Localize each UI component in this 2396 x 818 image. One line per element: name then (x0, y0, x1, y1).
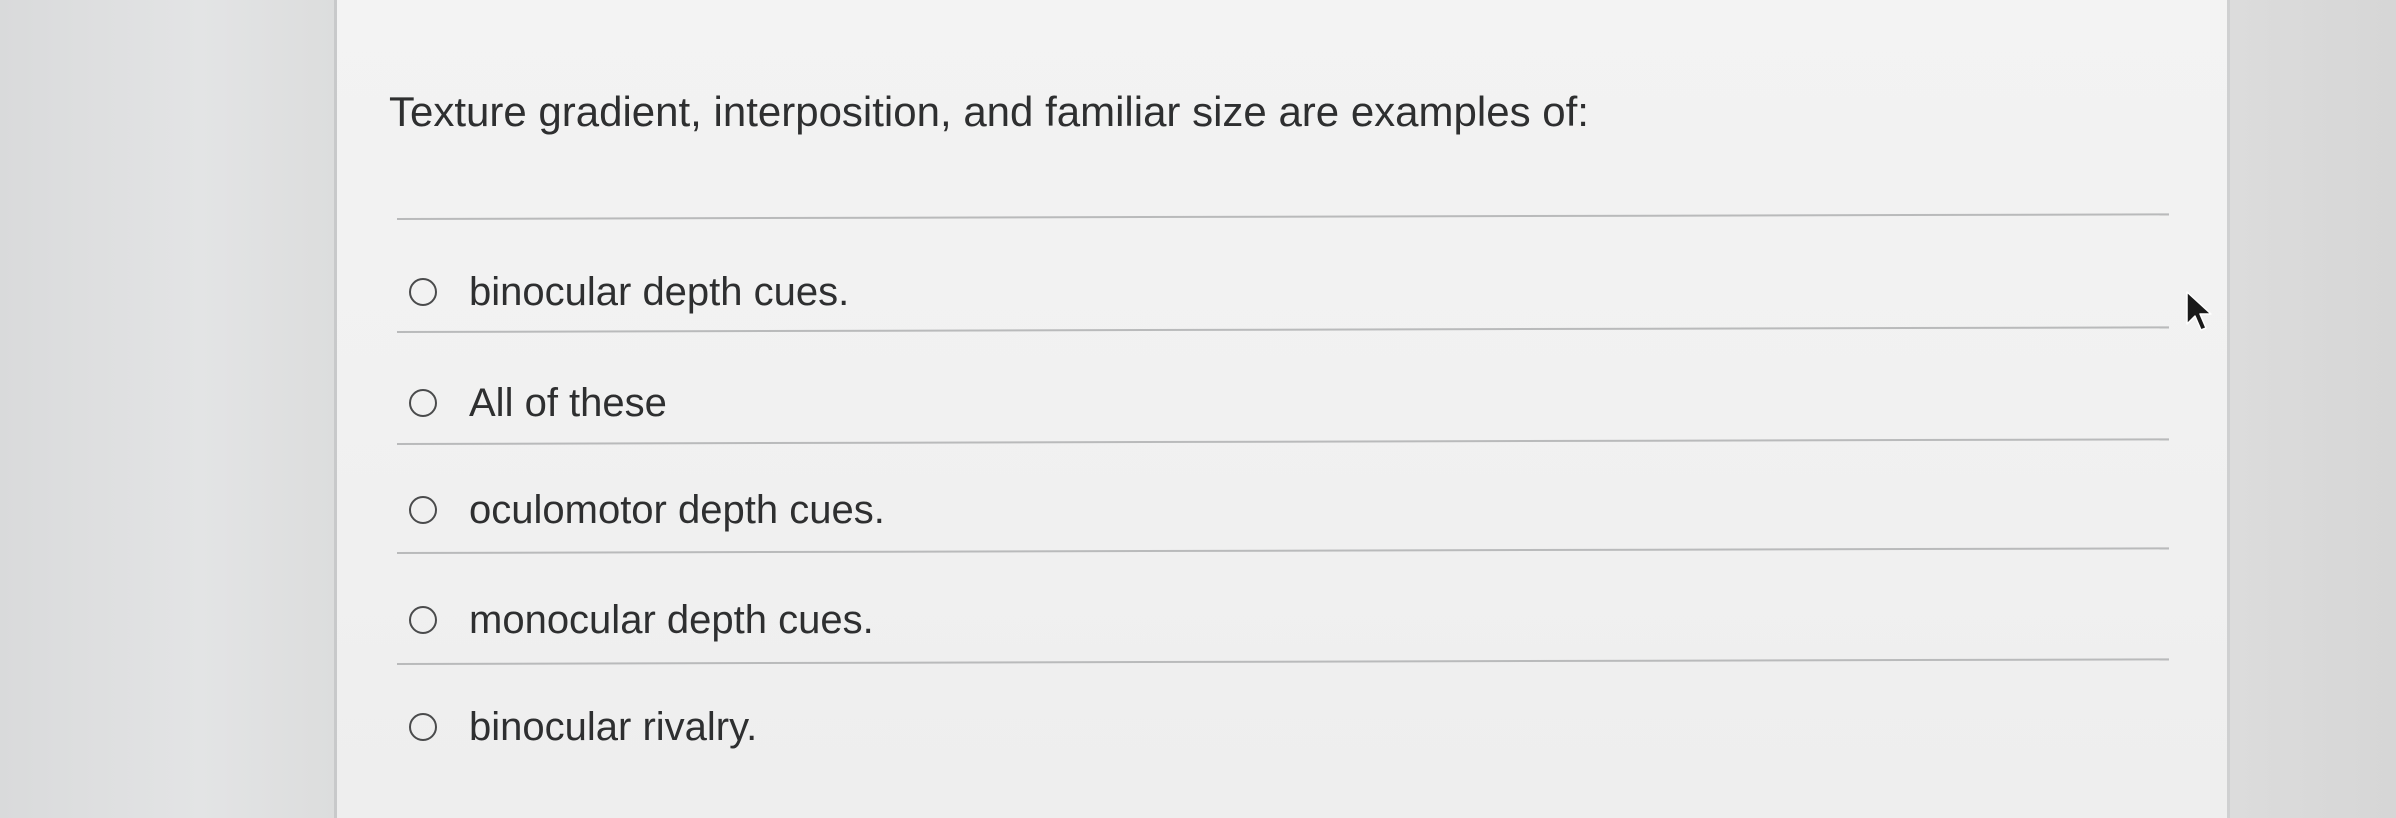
right-gutter (2230, 0, 2396, 818)
option-label: All of these (469, 380, 667, 425)
option-divider (396, 326, 2169, 333)
option-binocular-rivalry[interactable]: binocular rivalry. (409, 697, 2109, 757)
question-divider (396, 213, 2169, 220)
option-label: oculomotor depth cues. (469, 487, 885, 532)
option-label: binocular depth cues. (469, 269, 850, 314)
radio-button-icon[interactable] (409, 496, 437, 524)
option-monocular-depth-cues[interactable]: monocular depth cues. (409, 590, 2109, 650)
option-divider (396, 547, 2169, 554)
option-all-of-these[interactable]: All of these (409, 373, 2109, 433)
question-card: Texture gradient, interposition, and fam… (334, 0, 2230, 818)
question-prompt: Texture gradient, interposition, and fam… (389, 88, 1589, 135)
left-gutter (0, 0, 334, 818)
radio-button-icon[interactable] (409, 713, 437, 741)
option-divider (396, 658, 2169, 665)
option-oculomotor-depth-cues[interactable]: oculomotor depth cues. (409, 480, 2109, 540)
mouse-pointer-icon (2186, 291, 2212, 331)
radio-button-icon[interactable] (409, 606, 437, 634)
radio-button-icon[interactable] (409, 278, 437, 306)
option-label: binocular rivalry. (469, 704, 758, 749)
radio-button-icon[interactable] (409, 389, 437, 417)
option-divider (396, 438, 2169, 445)
option-binocular-depth-cues[interactable]: binocular depth cues. (409, 262, 2109, 322)
option-label: monocular depth cues. (469, 597, 874, 642)
